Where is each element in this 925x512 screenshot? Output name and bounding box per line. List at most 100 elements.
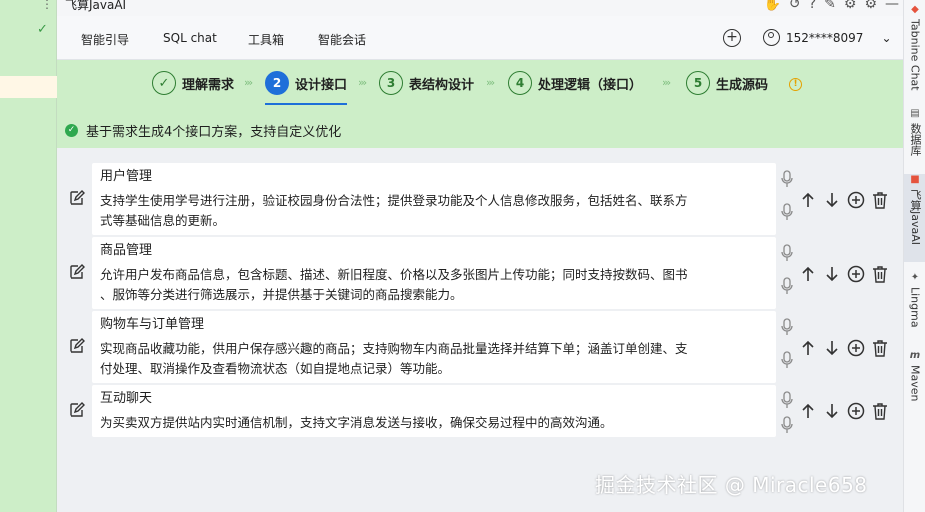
notice-text: 基于需求生成4个接口方案，支持自定义优化 [86, 124, 342, 140]
panel-title: 飞算JavaAI [65, 0, 127, 12]
interface-row: 互动聊天 为买卖双方提供站内实时通信机制，支持文字消息发送与接收，确保交易过程中… [57, 385, 903, 455]
tool-label: 飞算JavaAI [909, 189, 922, 246]
tab-sql-chat[interactable]: SQL chat [163, 31, 217, 45]
step-number: 4 [508, 71, 532, 95]
new-session-button[interactable]: + [723, 29, 741, 47]
interface-desc-line: 为买卖双方提供站内实时通信机制，支持文字消息发送与接收，确保交易过程中的高效沟通… [100, 415, 613, 430]
user-phone: 152****8097 [786, 30, 864, 45]
edit-icon[interactable] [69, 338, 85, 354]
interface-card[interactable]: 互动聊天 为买卖双方提供站内实时通信机制，支持文字消息发送与接收，确保交易过程中… [92, 385, 776, 437]
tab-smart-guide[interactable]: 智能引导 [70, 31, 140, 63]
interface-list: 用户管理 支持学生使用学号进行注册，验证校园身份合法性；提供登录功能及个人信息修… [57, 148, 903, 512]
settings-icon[interactable]: ⚙ [844, 0, 857, 12]
interface-row: 商品管理 允许用户发布商品信息，包含标题、描述、新旧程度、价格以及多张图片上传功… [57, 237, 903, 309]
interface-desc-line: 支持学生使用学号进行注册，验证校园身份合法性；提供登录功能及个人信息修改服务，包… [100, 193, 688, 208]
step-generate-source[interactable]: 5 生成源码 [686, 71, 768, 95]
tool-database[interactable]: ▤ 数据库 [904, 108, 925, 156]
move-up-icon[interactable] [799, 402, 817, 420]
row-actions [799, 191, 889, 209]
microphone-icon[interactable] [781, 391, 793, 409]
step-separator-icon: ››› [358, 76, 367, 89]
check-icon: ✓ [37, 22, 48, 37]
add-circle-icon[interactable] [847, 402, 865, 420]
edit-icon[interactable] [69, 264, 85, 280]
interface-row: 用户管理 支持学生使用学号进行注册，验证校园身份合法性；提供登录功能及个人信息修… [57, 163, 903, 235]
move-up-icon[interactable] [799, 339, 817, 357]
user-menu[interactable]: 152****8097 ⌄ [763, 29, 892, 46]
move-down-icon[interactable] [823, 265, 841, 283]
step-number: 2 [265, 71, 289, 95]
interface-desc-line: 式等基础信息的更新。 [100, 213, 226, 228]
tool-lingma[interactable]: ✦ Lingma [904, 272, 925, 328]
move-up-icon[interactable] [799, 191, 817, 209]
hand-icon[interactable]: ✋ [764, 0, 781, 12]
step-separator-icon: ››› [662, 76, 671, 89]
step-separator-icon: ››› [244, 76, 253, 89]
move-down-icon[interactable] [823, 191, 841, 209]
minimize-icon[interactable]: — [885, 0, 899, 12]
user-icon [763, 29, 780, 46]
tool-label: Maven [908, 365, 922, 402]
microphone-icon[interactable] [781, 351, 793, 369]
step-separator-icon: ››› [486, 76, 495, 89]
microphone-icon[interactable] [781, 277, 793, 295]
microphone-icon[interactable] [781, 170, 793, 188]
add-circle-icon[interactable] [847, 191, 865, 209]
warning-icon[interactable]: ! [789, 78, 802, 91]
notice-bar: ✓ 基于需求生成4个接口方案，支持自定义优化 [57, 115, 903, 145]
tab-smart-chat[interactable]: 智能会话 [318, 31, 366, 48]
interface-card[interactable]: 商品管理 允许用户发布商品信息，包含标题、描述、新旧程度、价格以及多张图片上传功… [92, 237, 776, 309]
step-design-interface[interactable]: 2 设计接口 [265, 71, 348, 105]
tool-window-strip: ◆ Tabnine Chat ▤ 数据库 ■ 飞算JavaAI ✦ Lingma… [903, 0, 925, 512]
interface-card[interactable]: 用户管理 支持学生使用学号进行注册，验证校园身份合法性；提供登录功能及个人信息修… [92, 163, 776, 235]
microphone-icon[interactable] [781, 416, 793, 434]
delete-icon[interactable] [871, 339, 889, 357]
move-up-icon[interactable] [799, 265, 817, 283]
step-process-logic[interactable]: 4 处理逻辑（接口） [508, 71, 642, 95]
tool-feisuan-javaai[interactable]: ■ 飞算JavaAI [904, 174, 925, 262]
tool-tabnine-chat[interactable]: ◆ Tabnine Chat [904, 4, 925, 91]
check-circle-icon: ✓ [152, 71, 176, 95]
more-options-icon[interactable]: ⋮ [41, 0, 53, 11]
panel-titlebar: ⋮ 飞算JavaAI ✋ ↺ ? ✎ ⚙ ⚙ — [41, 0, 903, 16]
feisuan-panel: ⋮ 飞算JavaAI ✋ ↺ ? ✎ ⚙ ⚙ — 智能引导 SQL chat 工… [41, 0, 903, 512]
history-icon[interactable]: ↺ [789, 0, 801, 12]
tool-label: Tabnine Chat [908, 19, 922, 91]
tab-toolbox[interactable]: 工具箱 [248, 31, 284, 48]
interface-name: 用户管理 [100, 169, 153, 184]
row-actions [799, 402, 889, 420]
interface-card[interactable]: 购物车与订单管理 实现商品收藏功能，供用户保存感兴趣的商品；支持购物车内商品批量… [92, 311, 776, 383]
step-label: 生成源码 [716, 77, 769, 93]
step-label: 处理逻辑（接口） [538, 77, 643, 93]
chevron-down-icon[interactable]: ⌄ [881, 31, 891, 45]
delete-icon[interactable] [871, 402, 889, 420]
tabnine-icon: ◆ [911, 4, 919, 15]
gear-icon[interactable]: ⚙ [864, 0, 877, 12]
tool-label: 数据库 [909, 123, 922, 156]
step-table-design[interactable]: 3 表结构设计 [379, 71, 474, 95]
feisuan-icon: ■ [910, 174, 920, 185]
add-circle-icon[interactable] [847, 265, 865, 283]
step-understand-requirements[interactable]: ✓ 理解需求 [152, 71, 234, 95]
add-circle-icon[interactable] [847, 339, 865, 357]
microphone-icon[interactable] [781, 244, 793, 262]
edit-icon[interactable] [69, 190, 85, 206]
lingma-icon: ✦ [910, 272, 920, 283]
move-down-icon[interactable] [823, 339, 841, 357]
microphone-icon[interactable] [781, 203, 793, 221]
step-header: ✓ 理解需求 ››› 2 设计接口 ››› 3 表结构设计 ››› 4 处理逻辑… [57, 60, 903, 148]
edit-icon[interactable] [69, 402, 85, 418]
interface-row: 购物车与订单管理 实现商品收藏功能，供用户保存感兴趣的商品；支持购物车内商品批量… [57, 311, 903, 383]
editor-gutter: ✓ [0, 0, 57, 512]
tool-label: Lingma [908, 287, 922, 328]
database-icon: ▤ [910, 108, 920, 119]
move-down-icon[interactable] [823, 402, 841, 420]
help-icon[interactable]: ? [809, 0, 816, 12]
delete-icon[interactable] [871, 191, 889, 209]
microphone-icon[interactable] [781, 318, 793, 336]
interface-name: 购物车与订单管理 [100, 317, 205, 332]
edit-icon[interactable]: ✎ [824, 0, 836, 12]
tool-maven[interactable]: m Maven [904, 350, 925, 401]
interface-desc-line: 、服饰等分类进行筛选展示，并提供基于关键词的商品搜索能力。 [100, 287, 463, 302]
delete-icon[interactable] [871, 265, 889, 283]
